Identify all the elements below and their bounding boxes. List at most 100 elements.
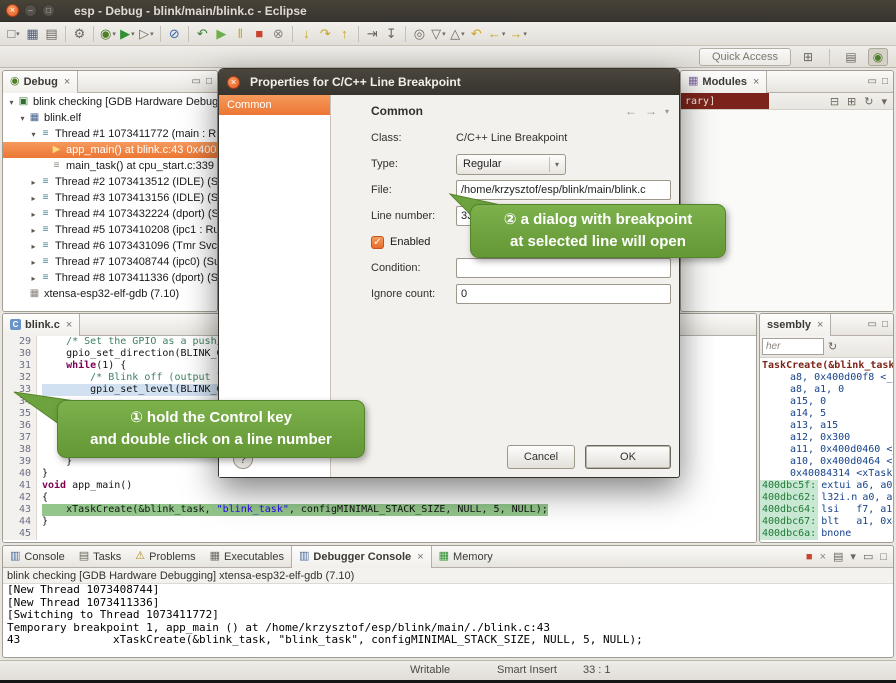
ok-button[interactable]: OK [585,445,671,469]
line-number[interactable]: 29 [3,336,37,348]
disassembly-line[interactable]: 400dbc62:l32i.na0, a1, 16 [760,492,893,504]
debug-tree-row[interactable]: ▸≡Thread #7 1073408744 (ipc0) (Susp [3,254,217,270]
disassembly-line[interactable]: 0x40084314 <xTaskCreatePinned [760,468,893,480]
line-number[interactable]: 35 [3,408,37,420]
tab-debugger-console[interactable]: ▥Debugger Console× [291,546,432,568]
tab-tasks[interactable]: ▤Tasks [72,546,129,568]
expander-icon[interactable]: ▸ [28,274,39,283]
tab-memory[interactable]: ▦Memory [432,546,500,568]
window-minimize-button[interactable]: – [24,4,37,17]
cancel-button[interactable]: Cancel [507,445,575,469]
tab-modules[interactable]: ▦ Modules × [681,71,767,93]
minimize-icon[interactable]: ▭ [863,550,873,563]
line-number[interactable]: 38 [3,444,37,456]
close-icon[interactable]: × [417,551,423,563]
expander-icon[interactable]: ▾ [6,98,17,107]
prev-annotation-icon[interactable]: △▾ [448,24,467,44]
disassembly-line[interactable]: a8, a1, 0 [760,384,893,396]
window-maximize-button[interactable]: □ [42,4,55,17]
disassembly-lines[interactable]: TaskCreate(&blink_task, "blink_tasa8, 0x… [760,358,893,542]
close-icon[interactable]: × [66,319,72,331]
refresh-icon[interactable]: ↻ [864,95,873,108]
line-number[interactable]: 43 [3,504,37,516]
enabled-checkbox[interactable]: ✓ [371,236,384,249]
expander-icon[interactable]: ▾ [28,130,39,139]
restart-icon[interactable]: ↶ [193,24,212,44]
debug-tree-row[interactable]: ▸≡Thread #3 1073413156 (IDLE) (Susp [3,190,217,206]
expander-icon[interactable]: ▸ [28,194,39,203]
console-output[interactable]: [New Thread 1073408744][New Thread 10734… [3,584,893,657]
disassembly-line[interactable]: a15, 0 [760,396,893,408]
maximize-icon[interactable]: □ [880,551,887,563]
disassembly-line[interactable]: 400dbc5f:extuia6, a0, 23, 13 [760,480,893,492]
line-number[interactable]: 31 [3,360,37,372]
debug-tree-row[interactable]: ▸≡Thread #8 1073411336 (dport) (Sus [3,270,217,286]
refresh-icon[interactable]: ↻ [828,340,837,353]
back-icon[interactable]: ← [625,104,637,118]
disassembly-line[interactable]: a10, 0x400d0464 <_stext+1100> [760,456,893,468]
disassembly-line[interactable]: 400dbc67:blta1, 0x400dbc81 <__adddf3+ [760,516,893,528]
line-number[interactable]: 44 [3,516,37,528]
code-line[interactable]: 41void app_main() [3,480,756,492]
expander-icon[interactable]: ▸ [28,226,39,235]
tab-blink-c[interactable]: C blink.c × [3,314,80,336]
disassembly-line[interactable]: a13, a15 [760,420,893,432]
line-number[interactable]: 37 [3,432,37,444]
view-menu-icon[interactable]: ▾ [665,107,669,116]
tab-debug[interactable]: ◉ Debug × [3,71,78,93]
maximize-icon[interactable]: □ [206,76,212,87]
disassembly-line[interactable]: a8, 0x400d00f8 <_stext+224> [760,372,893,384]
maximize-icon[interactable]: □ [882,76,888,87]
debug-tree-row[interactable]: ▸≡Thread #5 1073410208 (ipc1 : Runni [3,222,217,238]
line-number[interactable]: 36 [3,420,37,432]
line-number[interactable]: 41 [3,480,37,492]
debug-tree-row[interactable]: ▾▦blink.elf [3,110,217,126]
clear-console-icon[interactable]: ▤ [833,550,843,563]
close-icon[interactable]: × [753,76,759,88]
last-edit-icon[interactable]: ↶ [467,24,486,44]
terminate-icon[interactable]: ■ [250,24,269,44]
collapse-all-icon[interactable]: ⊟ [830,95,839,108]
disassembly-line[interactable]: a14, 5 [760,408,893,420]
disassembly-line[interactable]: TaskCreate(&blink_task, "blink_tas [760,360,893,372]
resume-icon[interactable]: ▶ [212,24,231,44]
new-wizard-icon[interactable]: □▾ [4,24,23,44]
tab-problems[interactable]: ⚠Problems [128,546,202,568]
expander-icon[interactable]: ▸ [28,178,39,187]
code-line[interactable]: 42{ [3,492,756,504]
file-field[interactable]: /home/krzysztof/esp/blink/main/blink.c [456,180,671,200]
line-number[interactable]: 40 [3,468,37,480]
debug-tree-row[interactable]: ▸≡Thread #6 1073431096 (Tmr Svc) (S [3,238,217,254]
back-icon[interactable]: ←▾ [486,24,508,44]
tab-console[interactable]: ▥Console [3,546,72,568]
perspective-java-icon[interactable]: ▤ [841,48,861,66]
code-line[interactable]: 43 xTaskCreate(&blink_task, "blink_task"… [3,504,756,516]
code-line[interactable]: 44} [3,516,756,528]
terminate-icon[interactable]: ■ [806,551,813,563]
build-icon[interactable]: ⚙ [70,24,89,44]
line-number[interactable]: 30 [3,348,37,360]
drop-to-frame-icon[interactable]: ↧ [382,24,401,44]
line-number[interactable]: 33 [3,384,37,396]
code-line[interactable]: 45 [3,528,756,540]
minimize-icon[interactable]: ▭ [868,319,877,330]
condition-field[interactable] [456,258,671,278]
minimize-icon[interactable]: ▭ [192,76,201,87]
expander-icon[interactable]: ▸ [28,242,39,251]
save-icon[interactable]: ▦ [23,24,42,44]
remove-launch-icon[interactable]: × [820,551,826,563]
line-number[interactable]: 34 [3,396,37,408]
type-select[interactable]: Regular ▾ [456,154,566,175]
step-return-icon[interactable]: ↑ [335,24,354,44]
debug-tree-row[interactable]: ▾▣blink checking [GDB Hardware Debug [3,94,217,110]
disconnect-icon[interactable]: ⊗ [269,24,288,44]
close-icon[interactable]: × [817,319,823,331]
disassembly-line[interactable]: 400dbc64:lsif7, a1, 128 [760,504,893,516]
external-tools-icon[interactable]: ▷▾ [137,24,156,44]
suspend-icon[interactable]: ‖ [231,24,250,44]
debug-icon[interactable]: ◉▾ [98,24,118,44]
search-icon[interactable]: ◎ [410,24,429,44]
step-over-icon[interactable]: ↷ [316,24,335,44]
location-input[interactable]: her [762,338,824,355]
maximize-icon[interactable]: □ [882,319,888,330]
